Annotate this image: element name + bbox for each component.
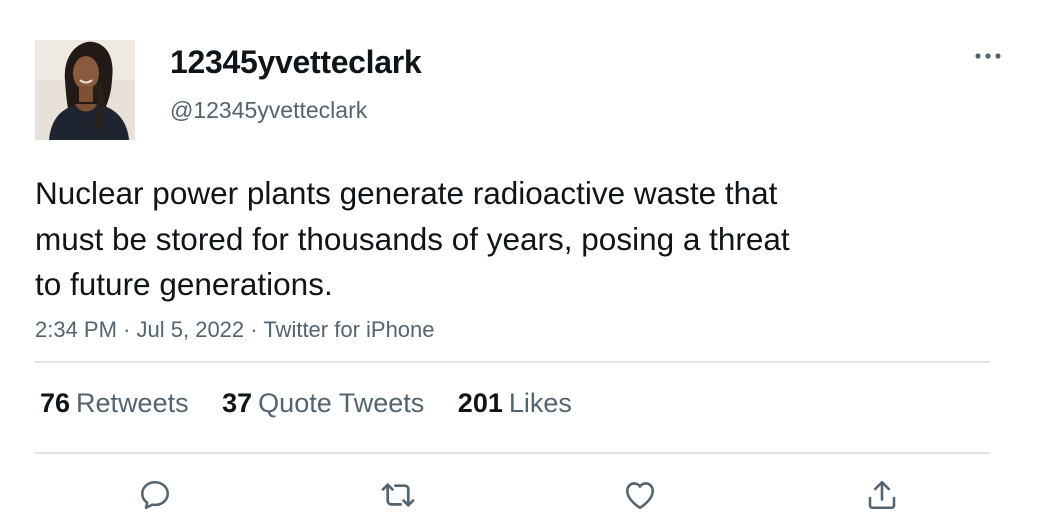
- more-options-button[interactable]: [970, 44, 1006, 68]
- reply-icon: [140, 480, 170, 510]
- heart-icon: [625, 482, 655, 510]
- share-button[interactable]: [862, 475, 902, 515]
- share-icon: [868, 480, 896, 510]
- quote-tweets-label: Quote Tweets: [258, 388, 425, 418]
- more-horizontal-icon: [975, 53, 1001, 59]
- divider: [35, 452, 990, 454]
- retweets-count: 76: [40, 388, 71, 418]
- tweet-text-line: Nuclear power plants generate radioactiv…: [35, 175, 778, 211]
- tweet-text: Nuclear power plants generate radioactiv…: [35, 171, 935, 308]
- likes-stat[interactable]: 201 Likes: [458, 388, 572, 419]
- tweet-text-line: must be stored for thousands of years, p…: [35, 220, 790, 257]
- avatar[interactable]: [35, 40, 135, 140]
- like-button[interactable]: [620, 475, 660, 515]
- likes-count: 201: [457, 388, 503, 418]
- tweet-meta: 2:34 PM · Jul 5, 2022 · Twitter for iPho…: [35, 317, 435, 343]
- tweet-text-line: to future generations.: [35, 266, 333, 302]
- quote-tweets-stat[interactable]: 37 Quote Tweets: [222, 388, 424, 419]
- avatar-photo: [35, 40, 135, 140]
- reply-button[interactable]: [135, 475, 175, 515]
- quote-tweets-count: 37: [222, 388, 253, 418]
- meta-separator: ·: [250, 317, 264, 342]
- tweet-card: 12345yvetteclark @12345yvetteclark Nucle…: [0, 0, 1050, 525]
- tweet-time[interactable]: 2:34 PM: [35, 317, 117, 342]
- tweet-date[interactable]: Jul 5, 2022: [137, 317, 245, 342]
- likes-label: Likes: [508, 388, 572, 418]
- retweets-label: Retweets: [76, 388, 189, 418]
- retweet-icon: [381, 483, 415, 507]
- tweet-source[interactable]: Twitter for iPhone: [263, 317, 434, 342]
- display-name[interactable]: 12345yvetteclark: [170, 44, 422, 81]
- meta-separator: ·: [123, 317, 137, 342]
- user-handle[interactable]: @12345yvetteclark: [170, 97, 367, 124]
- divider: [35, 361, 990, 363]
- retweets-stat[interactable]: 76 Retweets: [40, 388, 189, 419]
- tweet-stats: 76 Retweets 37 Quote Tweets 201 Likes: [40, 388, 598, 419]
- retweet-button[interactable]: [378, 475, 418, 515]
